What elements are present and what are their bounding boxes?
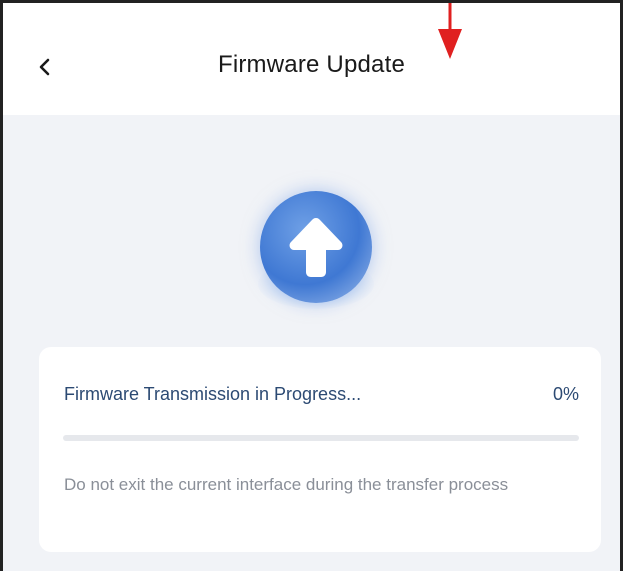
upload-illustration xyxy=(246,179,386,329)
top-bar: Firmware Update xyxy=(3,3,620,115)
upload-arrow-icon xyxy=(289,218,343,277)
page-title: Firmware Update xyxy=(217,51,406,78)
progress-card: Firmware Transmission in Progress... 0% … xyxy=(39,347,601,552)
progress-percent: 0% xyxy=(552,384,579,404)
app-screen: Firmware Update Firmware Transmission in… xyxy=(0,0,623,571)
transfer-status-label: Firmware Transmission in Progress... xyxy=(64,384,362,404)
progress-bar xyxy=(63,435,579,441)
transfer-warning-note: Do not exit the current interface during… xyxy=(64,475,509,494)
upload-circle xyxy=(260,191,372,303)
red-down-arrow-icon xyxy=(438,3,462,59)
